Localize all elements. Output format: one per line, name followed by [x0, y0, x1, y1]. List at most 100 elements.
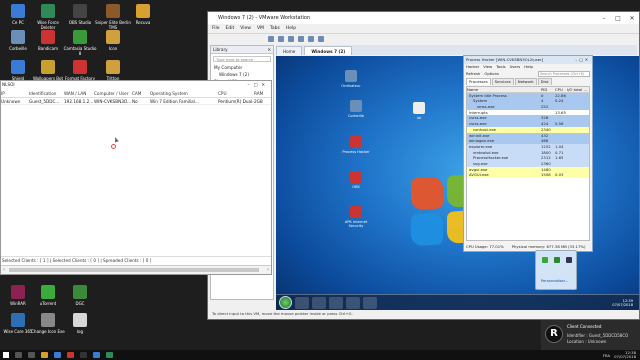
ph-menu-help[interactable]: Help [524, 64, 533, 70]
opera-icon[interactable] [67, 352, 74, 358]
close-icon[interactable]: ✕ [267, 47, 271, 52]
desktop-shortcut[interactable]: Camtasia Studio 8 [62, 30, 98, 56]
app-icon [73, 4, 87, 18]
language-indicator[interactable]: FRA [603, 353, 610, 358]
col-cpu[interactable]: CPU [555, 87, 567, 92]
tab-network[interactable]: Network [514, 78, 537, 85]
guest-shortcut-label: Ordinateur [341, 84, 361, 88]
avg-tray-icon[interactable] [554, 257, 560, 263]
client-connected-notification[interactable]: R Client Connected Identifier : Guest_5D… [541, 320, 640, 350]
desktop-shortcut[interactable]: Change Icon Exe [30, 313, 66, 334]
windows-start-icon[interactable] [3, 352, 9, 358]
tab-windows7[interactable]: Windows 7 (2) [304, 46, 353, 55]
desktop-shortcut[interactable]: uTorrent [30, 285, 66, 306]
edge-icon[interactable] [54, 352, 61, 358]
col-ram[interactable]: RAM [254, 89, 270, 97]
library-search-input[interactable]: Type here to search [213, 56, 271, 62]
vmware-icon[interactable] [93, 352, 100, 358]
notification-identifier: Identifier : Guest_5DDCD58CO [567, 333, 629, 338]
scroll-right-icon[interactable]: › [267, 267, 269, 273]
tree-my-computer[interactable]: My Computer [211, 64, 273, 71]
explorer-icon[interactable] [312, 296, 326, 309]
menu-view[interactable]: View [240, 26, 251, 31]
menu-help[interactable]: Help [286, 26, 296, 31]
window-buttons[interactable]: –□✕ [575, 56, 592, 64]
col-ip[interactable]: IP [1, 89, 29, 97]
ie-icon[interactable] [295, 296, 309, 309]
col-name[interactable]: Name [467, 87, 541, 92]
guest-desktop-shortcut[interactable]: Process Hacker [341, 136, 371, 154]
ph-menu-users[interactable]: Users [510, 64, 521, 70]
guest-desktop-shortcut[interactable]: Ordinateur [336, 70, 366, 88]
window-buttons[interactable]: –□✕ [247, 81, 271, 89]
ph-search-input[interactable]: Search Processes (Ctrl+K) [538, 71, 590, 77]
process-hacker-icon[interactable] [346, 296, 360, 309]
vmware-tools-icon[interactable] [542, 257, 548, 263]
task-view-icon[interactable] [28, 352, 35, 358]
desktop-shortcut[interactable]: Wise Force Deleter [30, 4, 66, 30]
col-cpu[interactable]: CPU [218, 89, 254, 97]
col-os[interactable]: Operating System [150, 89, 218, 97]
app-icon[interactable] [106, 352, 113, 358]
guest-desktop-shortcut[interactable]: APK Internet Security [341, 206, 371, 228]
guest-desktop-shortcut[interactable]: Corbeille [341, 100, 371, 118]
tab-disk[interactable]: Disk [537, 78, 552, 85]
guest-clock[interactable]: 12:39 07/07/2018 [612, 299, 639, 307]
manage-snapshot-icon[interactable] [298, 36, 304, 42]
file-explorer-icon[interactable] [41, 352, 48, 358]
col-wan-lan[interactable]: WAN / LAN [64, 89, 94, 97]
horizontal-scrollbar[interactable]: ‹ › [1, 265, 271, 274]
col-io[interactable]: I/O total ... [567, 87, 589, 92]
menu-edit[interactable]: Edit [226, 26, 235, 31]
snapshot-icon[interactable] [278, 36, 284, 42]
desktop-shortcut[interactable]: Tritton [95, 60, 131, 81]
col-pid[interactable]: PID [541, 87, 555, 92]
unity-icon[interactable] [318, 36, 324, 42]
col-computer-user[interactable]: Computer / User [94, 89, 132, 97]
minimize-icon[interactable]: – [597, 15, 611, 22]
scrollbar-thumb[interactable] [9, 268, 259, 272]
scroll-left-icon[interactable]: ‹ [3, 267, 5, 273]
media-player-icon[interactable] [329, 296, 343, 309]
col-cam[interactable]: CAM [132, 89, 150, 97]
search-icon[interactable] [15, 352, 22, 358]
tab-home[interactable]: Home [276, 46, 303, 55]
menu-tabs[interactable]: Tabs [270, 26, 280, 31]
start-button[interactable] [279, 296, 292, 309]
desktop-shortcut[interactable]: Format Factory [62, 60, 98, 81]
maximize-icon[interactable]: □ [611, 15, 625, 22]
options-button[interactable]: Options [484, 70, 499, 78]
avg-icon[interactable] [363, 296, 377, 309]
desktop-shortcut[interactable]: OBS Studio [62, 4, 98, 25]
revert-icon[interactable] [288, 36, 294, 42]
app-icon [11, 313, 25, 327]
client-manager-window: NLSOI –□✕ IP Identification WAN / LAN Co… [0, 80, 272, 275]
process-row[interactable]: AVGUI.exe 1508 0.03 [467, 172, 589, 178]
power-icon[interactable] [268, 36, 274, 42]
col-identification[interactable]: Identification [29, 89, 64, 97]
desktop-shortcut[interactable]: Recuva [125, 4, 161, 25]
desktop-shortcut[interactable]: Bandicam [30, 30, 66, 51]
desktop-shortcut[interactable]: Wallpapers Bot [30, 60, 66, 81]
obs-icon[interactable] [80, 352, 87, 358]
desktop-shortcut-label: Camtasia Studio 8 [63, 46, 97, 56]
desktop-shortcut[interactable]: DGC [62, 285, 98, 306]
guest-desktop-shortcut[interactable]: lol [404, 102, 434, 120]
network-icon[interactable] [566, 257, 572, 263]
desktop-shortcut-label: log [76, 329, 84, 334]
guest-desktop-shortcut[interactable]: OBS [341, 171, 371, 189]
desktop-shortcut[interactable]: Icon [95, 30, 131, 51]
app-icon [41, 4, 55, 18]
menu-file[interactable]: File [212, 26, 220, 31]
fullscreen-icon[interactable] [308, 36, 314, 42]
desktop-shortcut[interactable]: log [62, 313, 98, 334]
tab-services[interactable]: Services [491, 78, 514, 85]
host-clock[interactable]: 12:38 07/07/2018 [614, 351, 636, 359]
tree-windows7[interactable]: Windows 7 (2) [211, 71, 273, 78]
tab-processes[interactable]: Processes [466, 78, 491, 85]
menu-vm[interactable]: VM [257, 26, 264, 31]
close-icon[interactable]: ✕ [625, 15, 639, 22]
table-row[interactable]: Unknown Guest_5DDC... 192.168.1.2... WIN… [1, 98, 271, 105]
customize-link[interactable]: Personnaliser... [541, 279, 568, 283]
refresh-button[interactable]: Refresh [466, 70, 480, 78]
